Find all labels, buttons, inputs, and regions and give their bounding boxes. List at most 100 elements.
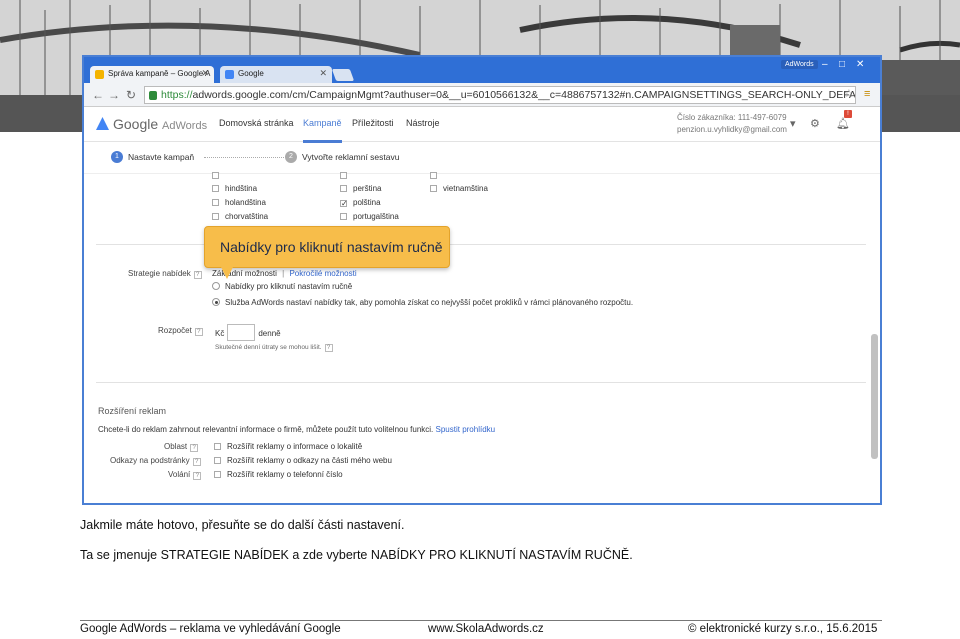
tab-google[interactable]: Google ✕: [220, 66, 332, 83]
back-arrow-icon[interactable]: ←: [92, 88, 104, 102]
checkbox[interactable]: [430, 172, 437, 179]
help-icon[interactable]: ?: [193, 271, 202, 279]
help-icon[interactable]: ?: [193, 472, 202, 480]
campaign-settings: hindština holandština chorvatština peršt…: [84, 171, 880, 497]
language-label: polština: [353, 198, 381, 207]
language-option[interactable]: hindština: [212, 184, 257, 193]
bookmark-star-icon[interactable]: ☆: [844, 87, 854, 100]
close-icon[interactable]: ✕: [319, 68, 327, 79]
reload-icon[interactable]: ↻: [126, 88, 136, 102]
extensions-intro-text: Chcete-li do reklam zahrnout relevantní …: [98, 425, 434, 434]
browser-window: Správa kampaně – Google A ✕ Google ✕ AdW…: [82, 55, 882, 505]
account-number: Číslo zákazníka: 111-497-6079: [677, 113, 787, 122]
browser-titlebar: Správa kampaně – Google A ✕ Google ✕ AdW…: [84, 57, 880, 83]
extension-option-location[interactable]: Rozšířit reklamy o informace o lokalitě: [214, 442, 362, 451]
checkbox[interactable]: [214, 443, 221, 450]
language-option[interactable]: chorvatština: [212, 212, 268, 221]
help-icon[interactable]: ?: [324, 344, 333, 352]
extension-label-text: Oblast: [164, 442, 188, 451]
new-tab-button[interactable]: [331, 69, 355, 81]
help-icon[interactable]: ?: [192, 458, 201, 466]
close-window-button[interactable]: ✕: [856, 59, 864, 70]
checkbox[interactable]: [340, 185, 347, 192]
step-connector: [204, 157, 284, 158]
language-option[interactable]: vietnamština: [430, 184, 488, 193]
checkbox[interactable]: [340, 172, 347, 179]
tab-label: Správa kampaně – Google A: [108, 69, 211, 78]
scrollbar[interactable]: [871, 334, 878, 459]
account-info[interactable]: Číslo zákazníka: 111-497-6079 penzion.u.…: [677, 112, 787, 136]
bid-option-manual[interactable]: Nabídky pro kliknutí nastavím ručně: [212, 282, 352, 291]
nav-campaigns[interactable]: Kampaně: [303, 118, 342, 143]
help-icon[interactable]: ?: [190, 444, 199, 452]
extension-label-location: Oblast?: [164, 442, 199, 452]
adwords-favicon-icon: [95, 70, 104, 79]
radio-button-selected[interactable]: [212, 298, 220, 306]
language-label: vietnamština: [443, 184, 488, 193]
chevron-down-icon[interactable]: ▾: [790, 117, 796, 130]
language-option[interactable]: portugalština: [340, 212, 399, 221]
help-icon[interactable]: ?: [194, 328, 203, 336]
lock-icon: [149, 91, 157, 100]
browser-menu-icon[interactable]: ≡: [864, 88, 870, 100]
checkbox[interactable]: [212, 185, 219, 192]
gear-icon[interactable]: ⚙: [810, 117, 820, 130]
options-separator: |: [282, 269, 285, 278]
adwords-logo-icon: [96, 117, 109, 130]
notification-badge: !: [844, 110, 852, 118]
extension-option-sitelinks[interactable]: Rozšířit reklamy o odkazy na části mého …: [214, 456, 392, 465]
checkbox[interactable]: [212, 172, 219, 179]
nav-tools[interactable]: Nástroje: [406, 118, 440, 128]
callout-manual-bids: Nabídky pro kliknutí nastavím ručně: [204, 226, 450, 279]
budget-row: Kč denně: [215, 324, 281, 341]
checkbox[interactable]: [340, 213, 347, 220]
checkbox[interactable]: [212, 213, 219, 220]
language-row-cut: [340, 171, 353, 180]
bid-options-switch: Základní možnosti | Pokročilé možnosti: [212, 269, 357, 278]
radio-button[interactable]: [212, 282, 220, 290]
extension-label-sitelinks: Odkazy na podstránky?: [110, 456, 201, 466]
maximize-button[interactable]: □: [839, 59, 845, 70]
language-option[interactable]: ✓ polština: [340, 198, 381, 208]
tab-campaign-management[interactable]: Správa kampaně – Google A ✕: [90, 66, 214, 83]
start-tour-link[interactable]: Spustit prohlídku: [436, 425, 496, 434]
address-bar[interactable]: https://adwords.google.com/cm/CampaignMg…: [144, 86, 856, 104]
checkbox-checked[interactable]: ✓: [340, 200, 348, 208]
step-1-label[interactable]: Nastavte kampaň: [128, 152, 194, 162]
bid-option-manual-label: Nabídky pro kliknutí nastavím ručně: [225, 282, 353, 291]
footer-divider: [80, 620, 882, 621]
language-label: chorvatština: [225, 212, 269, 221]
url-path: /cm/CampaignMgmt?authuser=0&__u=60105661…: [289, 89, 856, 101]
budget-note: Skutečné denní útraty se mohou lišit.?: [215, 344, 333, 352]
language-label: portugalština: [353, 212, 399, 221]
checkbox[interactable]: [212, 199, 219, 206]
step-2-label[interactable]: Vytvořte reklamní sestavu: [302, 152, 399, 162]
checkbox[interactable]: [214, 471, 221, 478]
account-email: penzion.u.vyhlidky@gmail.com: [677, 125, 787, 134]
advanced-options-link[interactable]: Pokročilé možnosti: [289, 269, 356, 278]
extension-label-call: Volání?: [168, 470, 202, 480]
checkbox[interactable]: [430, 185, 437, 192]
language-row-cut: [212, 171, 225, 180]
extensions-title: Rozšíření reklam: [98, 406, 167, 416]
bid-option-auto-label: Služba AdWords nastaví nabídky tak, aby …: [225, 298, 634, 307]
language-option[interactable]: holandština: [212, 198, 266, 207]
bid-strategy-label-text: Strategie nabídek: [128, 269, 191, 278]
budget-label: Rozpočet?: [158, 326, 203, 336]
nav-home[interactable]: Domovská stránka: [219, 118, 294, 128]
adwords-logo[interactable]: Google AdWords: [96, 116, 207, 132]
language-option[interactable]: perština: [340, 184, 381, 193]
extension-option-call[interactable]: Rozšířit reklamy o telefonní číslo: [214, 470, 343, 479]
bid-option-auto[interactable]: Služba AdWords nastaví nabídky tak, aby …: [212, 298, 633, 307]
bid-strategy-label: Strategie nabídek?: [128, 269, 202, 279]
forward-arrow-icon[interactable]: →: [108, 88, 120, 102]
language-label: holandština: [225, 198, 266, 207]
section-divider: [96, 382, 866, 383]
bell-icon[interactable]: 🔔︎: [836, 117, 850, 130]
checkbox[interactable]: [214, 457, 221, 464]
close-icon[interactable]: ✕: [201, 68, 209, 79]
budget-input[interactable]: [227, 324, 256, 341]
budget-label-text: Rozpočet: [158, 326, 192, 335]
minimize-button[interactable]: –: [822, 59, 828, 70]
nav-opportunities[interactable]: Příležitosti: [352, 118, 394, 128]
